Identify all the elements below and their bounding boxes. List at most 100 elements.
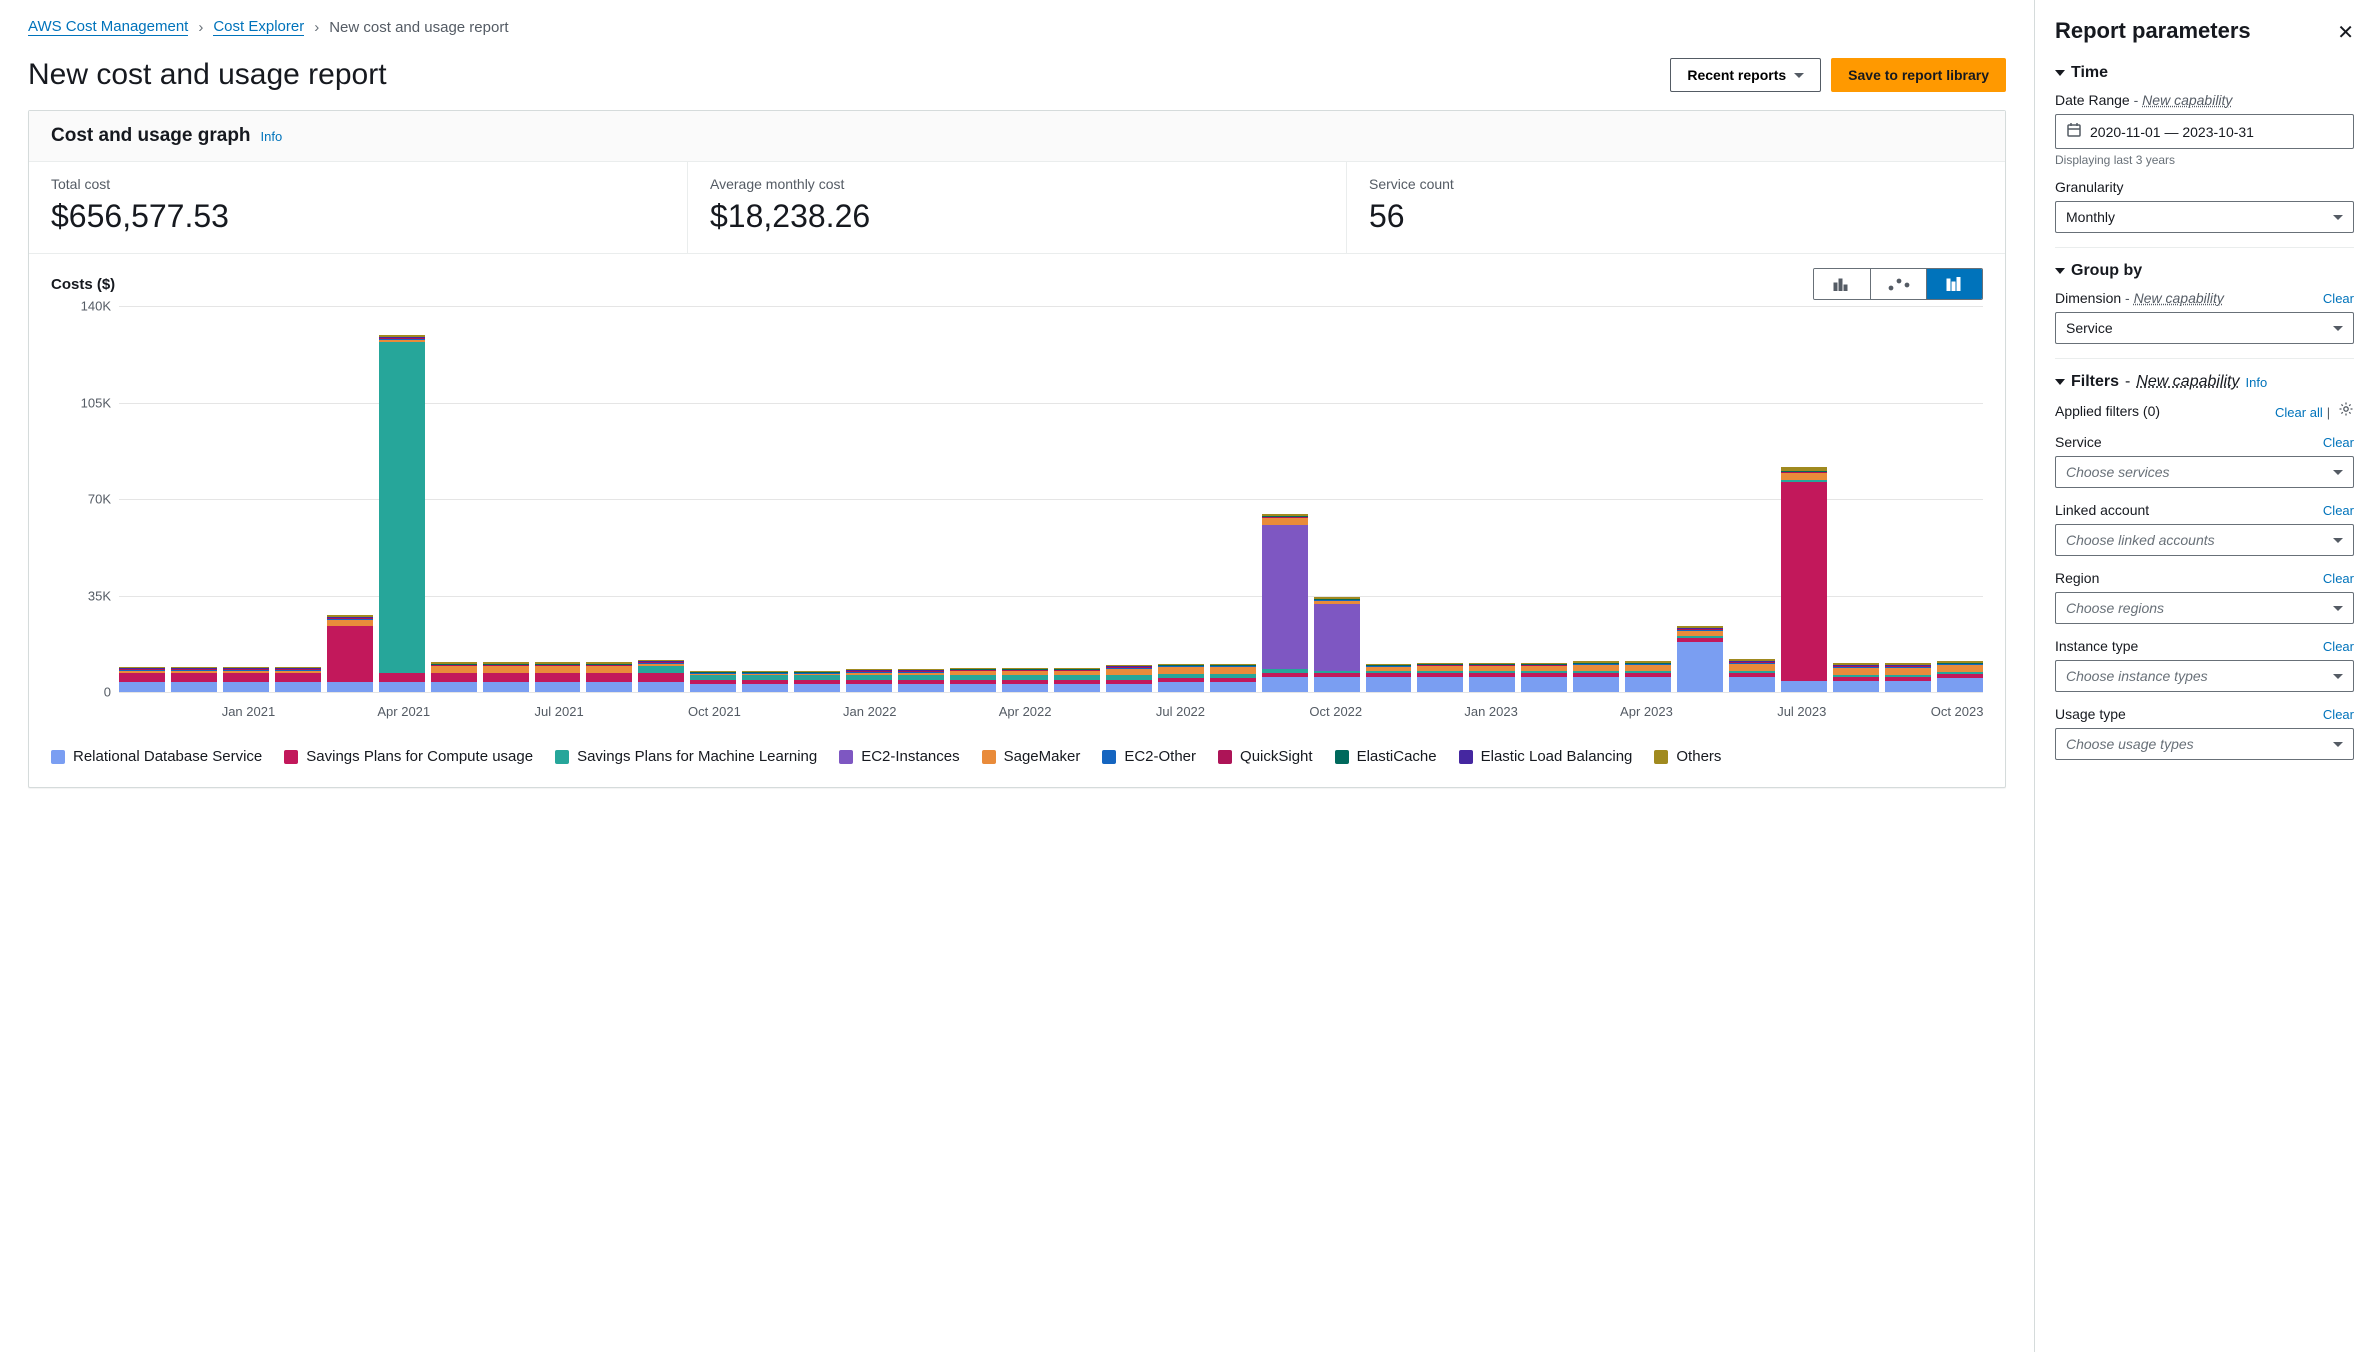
bar-column[interactable]	[171, 667, 217, 692]
breadcrumb-item[interactable]: Cost Explorer	[213, 18, 304, 36]
legend-item[interactable]: Relational Database Service	[51, 748, 262, 765]
section-groupby[interactable]: Group by	[2055, 262, 2354, 280]
caret-down-icon	[2333, 538, 2343, 543]
bar-column[interactable]	[431, 662, 477, 692]
legend-item[interactable]: SageMaker	[982, 748, 1081, 765]
bar-column[interactable]	[794, 671, 840, 692]
bar-column[interactable]	[898, 669, 944, 692]
save-to-library-button[interactable]: Save to report library	[1831, 58, 2006, 92]
bar-column[interactable]	[535, 662, 581, 692]
bar-segment	[1937, 678, 1983, 692]
bar-segment	[535, 666, 581, 673]
filters-info-link[interactable]: Info	[2246, 375, 2268, 390]
bar-column[interactable]	[846, 669, 892, 692]
bar-column[interactable]	[1937, 661, 1983, 692]
bar-column[interactable]	[742, 671, 788, 692]
clear-dimension-link[interactable]: Clear	[2323, 291, 2354, 306]
bar-column[interactable]	[1158, 664, 1204, 692]
bar-column[interactable]	[223, 667, 269, 692]
filter-select[interactable]: Choose linked accounts	[2055, 524, 2354, 556]
bar-column[interactable]	[379, 335, 425, 692]
chart-type-line[interactable]	[1870, 269, 1926, 299]
section-filters-label: Filters	[2071, 373, 2119, 391]
bar-column[interactable]	[1521, 663, 1567, 692]
legend-item[interactable]: QuickSight	[1218, 748, 1313, 765]
clear-all-link[interactable]: Clear all	[2275, 405, 2330, 420]
bar-segment	[586, 666, 632, 673]
legend-label: SageMaker	[1004, 748, 1081, 765]
bar-column[interactable]	[1729, 659, 1775, 692]
legend-item[interactable]: ElastiCache	[1335, 748, 1437, 765]
x-tick: Oct 2022	[1309, 704, 1362, 719]
bar-column[interactable]	[1677, 626, 1723, 692]
legend-swatch	[1654, 750, 1668, 764]
filter-select[interactable]: Choose usage types	[2055, 728, 2354, 760]
bar-column[interactable]	[1054, 668, 1100, 692]
bar-column[interactable]	[1002, 668, 1048, 692]
bar-column[interactable]	[1625, 661, 1671, 692]
filter-select[interactable]: Choose instance types	[2055, 660, 2354, 692]
legend-item[interactable]: EC2-Instances	[839, 748, 959, 765]
info-link[interactable]: Info	[261, 129, 283, 144]
bar-column[interactable]	[1106, 665, 1152, 692]
bar-column[interactable]	[1469, 663, 1515, 692]
bar-segment	[1833, 668, 1879, 675]
bar-column[interactable]	[690, 671, 736, 692]
clear-filter-link[interactable]: Clear	[2323, 435, 2354, 450]
bar-segment	[483, 666, 529, 673]
filter-select[interactable]: Choose services	[2055, 456, 2354, 488]
close-icon[interactable]: ✕	[2337, 20, 2354, 45]
bar-column[interactable]	[638, 660, 684, 692]
bar-column[interactable]	[1417, 663, 1463, 692]
clear-filter-link[interactable]: Clear	[2323, 707, 2354, 722]
legend-item[interactable]: EC2-Other	[1102, 748, 1196, 765]
chart-type-bar[interactable]	[1814, 269, 1870, 299]
legend-swatch	[1102, 750, 1116, 764]
bar-column[interactable]	[327, 615, 373, 692]
bar-segment	[1573, 677, 1619, 692]
granularity-select[interactable]: Monthly	[2055, 201, 2354, 233]
legend-item[interactable]: Others	[1654, 748, 1721, 765]
bar-segment	[327, 626, 373, 681]
section-time[interactable]: Time	[2055, 64, 2354, 82]
bar-segment	[1054, 684, 1100, 692]
bar-column[interactable]	[1781, 467, 1827, 692]
bar-column[interactable]	[1314, 597, 1360, 692]
bar-column[interactable]	[1210, 664, 1256, 692]
bar-segment	[1833, 681, 1879, 692]
date-range-value: 2020-11-01 — 2023-10-31	[2090, 124, 2343, 140]
recent-reports-button[interactable]: Recent reports	[1670, 58, 1821, 92]
chevron-right-icon: ›	[314, 19, 319, 36]
section-groupby-label: Group by	[2071, 262, 2142, 280]
bar-segment	[535, 682, 581, 692]
bar-column[interactable]	[275, 667, 321, 692]
x-tick: Jul 2022	[1156, 704, 1205, 719]
section-filters[interactable]: Filters - New capability Info	[2055, 373, 2354, 391]
legend-item[interactable]: Savings Plans for Compute usage	[284, 748, 533, 765]
bar-column[interactable]	[950, 668, 996, 692]
gear-icon[interactable]	[2338, 404, 2354, 420]
chart-type-stacked[interactable]	[1926, 269, 1982, 299]
bar-column[interactable]	[1885, 663, 1931, 692]
bar-column[interactable]	[1833, 663, 1879, 692]
clear-filter-link[interactable]: Clear	[2323, 571, 2354, 586]
filter-select[interactable]: Choose regions	[2055, 592, 2354, 624]
legend-swatch	[1335, 750, 1349, 764]
bar-column[interactable]	[1262, 514, 1308, 692]
avg-cost-value: $18,238.26	[710, 198, 1324, 235]
clear-filter-link[interactable]: Clear	[2323, 639, 2354, 654]
dimension-select[interactable]: Service	[2055, 312, 2354, 344]
clear-filter-link[interactable]: Clear	[2323, 503, 2354, 518]
legend-item[interactable]: Savings Plans for Machine Learning	[555, 748, 817, 765]
bar-column[interactable]	[586, 662, 632, 692]
dimension-value: Service	[2066, 320, 2113, 336]
x-tick: Jul 2021	[535, 704, 584, 719]
breadcrumb-item[interactable]: AWS Cost Management	[28, 18, 188, 36]
bar-column[interactable]	[1366, 664, 1412, 692]
bar-column[interactable]	[119, 667, 165, 692]
bar-column[interactable]	[483, 662, 529, 692]
legend-item[interactable]: Elastic Load Balancing	[1459, 748, 1633, 765]
bar-column[interactable]	[1573, 661, 1619, 692]
date-range-input[interactable]: 2020-11-01 — 2023-10-31	[2055, 114, 2354, 149]
legend-label: Savings Plans for Machine Learning	[577, 748, 817, 765]
